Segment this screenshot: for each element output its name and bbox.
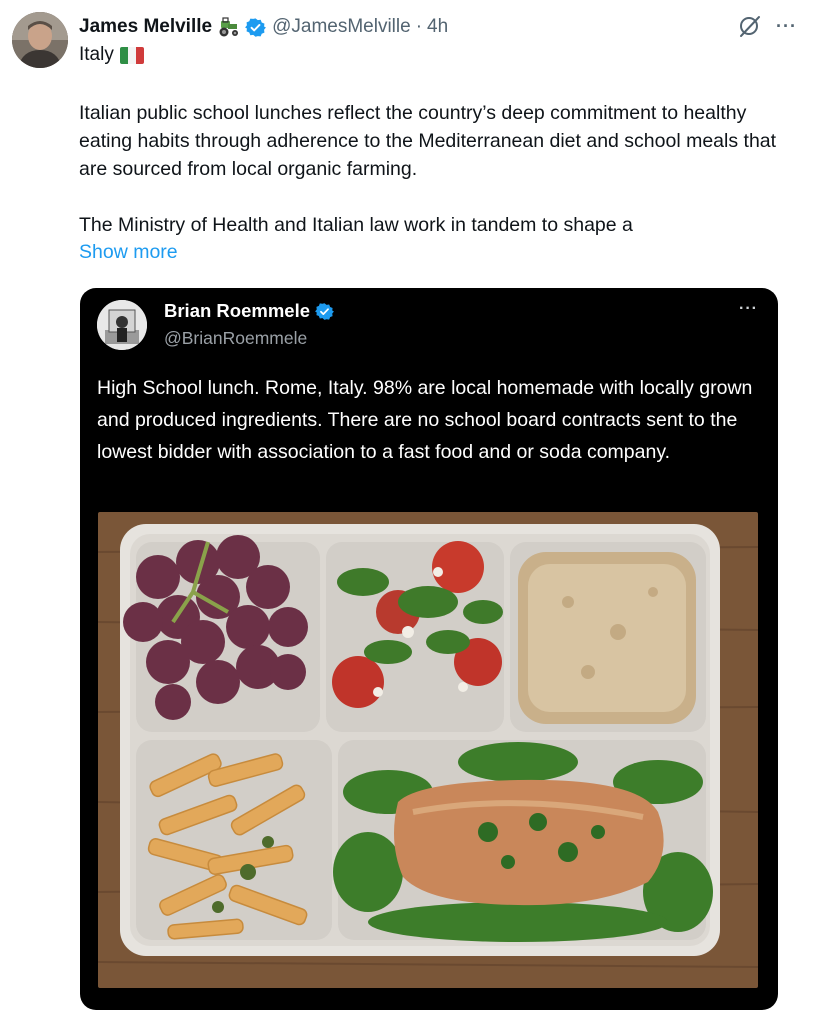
location-line: Italy	[79, 44, 144, 66]
separator-dot: ·	[415, 16, 423, 37]
verified-badge-icon	[315, 302, 334, 321]
lunch-tray-photo[interactable]	[98, 512, 758, 988]
quoted-author-name[interactable]: Brian Roemmele	[164, 300, 310, 322]
author-name[interactable]: James Melville	[79, 16, 212, 38]
tractor-emoji	[217, 17, 241, 37]
quoted-author-name-row: Brian Roemmele	[164, 300, 334, 322]
location-text: Italy	[79, 44, 114, 65]
quoted-author-handle[interactable]: @BrianRoemmele	[164, 328, 307, 349]
quoted-author-avatar[interactable]	[97, 300, 147, 350]
quoted-tweet-text: High School lunch. Rome, Italy. 98% are …	[97, 377, 753, 463]
header-actions: ···	[738, 14, 797, 38]
tweet-header: James Melville @JamesMelville · 4h ···	[79, 12, 797, 42]
show-more-link[interactable]: Show more	[79, 241, 178, 264]
italy-flag-icon	[119, 46, 144, 64]
quoted-more-icon[interactable]: ···	[739, 300, 758, 318]
author-avatar[interactable]	[12, 12, 68, 68]
author-handle[interactable]: @JamesMelville	[272, 16, 411, 38]
timestamp[interactable]: 4h	[427, 16, 448, 38]
grok-icon[interactable]	[738, 14, 762, 38]
tweet-text-paragraph-1: Italian public school lunches reflect th…	[79, 102, 777, 180]
quoted-tweet[interactable]: Brian Roemmele @BrianRoemmele ··· High S…	[80, 288, 778, 1010]
tweet-text-paragraph-2: The Ministry of Health and Italian law w…	[79, 214, 633, 236]
verified-badge-icon	[245, 17, 267, 38]
more-icon[interactable]: ···	[776, 16, 797, 37]
